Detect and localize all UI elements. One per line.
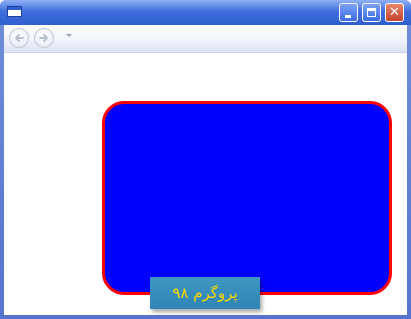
navigation-bar: [4, 25, 407, 53]
minimize-button[interactable]: [339, 3, 358, 22]
close-icon: ✕: [389, 5, 400, 20]
chevron-down-icon[interactable]: [66, 34, 72, 37]
back-button[interactable]: [9, 28, 29, 48]
minimize-icon: [345, 15, 351, 18]
close-button[interactable]: ✕: [385, 3, 404, 22]
back-arrow-icon: [15, 34, 24, 42]
forward-arrow-icon: [39, 34, 48, 42]
blue-rounded-rectangle: [102, 101, 392, 295]
forward-button[interactable]: [34, 28, 54, 48]
caption-text: پروگرم ۹۸: [172, 284, 238, 302]
title-bar[interactable]: ✕: [0, 0, 411, 25]
maximize-icon: [367, 8, 376, 17]
window-client-area: پروگرم ۹۸: [4, 25, 407, 315]
caption-box: پروگرم ۹۸: [150, 277, 260, 309]
application-window: ✕ پروگرم ۹۸: [0, 0, 411, 319]
maximize-button[interactable]: [362, 3, 381, 22]
window-icon[interactable]: [7, 6, 22, 17]
